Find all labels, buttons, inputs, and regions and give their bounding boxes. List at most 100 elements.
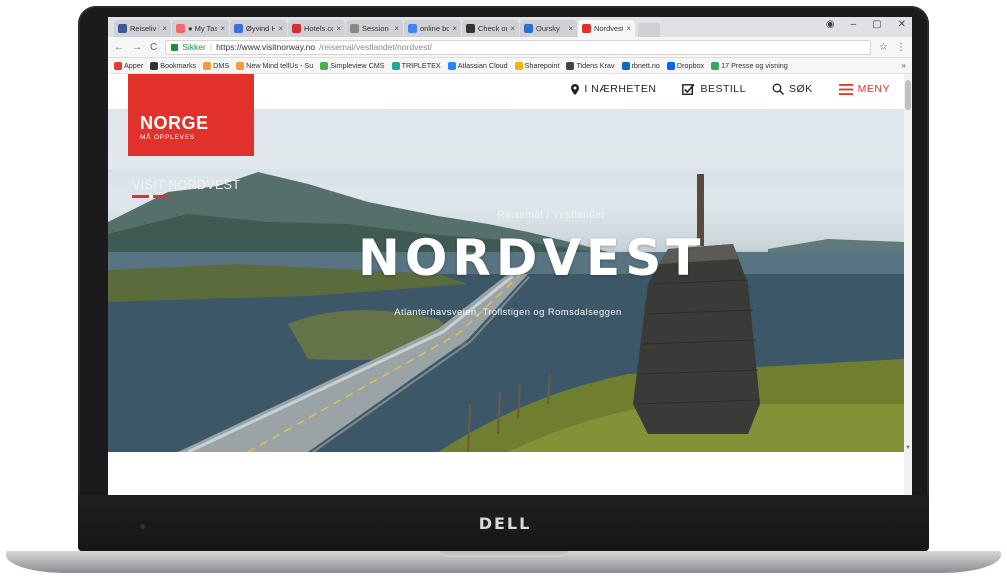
browser-tab[interactable]: Session × [346, 20, 403, 37]
tab-strip: Reiseliv i × ● My Tas × Øyvind H × Hotels.co × S… [108, 17, 912, 37]
checkbox-icon [682, 83, 696, 95]
tab-close-icon[interactable]: × [220, 24, 225, 33]
site-nav: I NÆRHETEN BESTILL SØK MENY [571, 83, 890, 95]
tab-title: Oursky [536, 24, 560, 33]
breadcrumb-text: Reisemål / Vestlandet [497, 210, 605, 221]
bookmark-favicon-icon [711, 61, 720, 70]
tab-close-icon[interactable]: × [452, 24, 457, 33]
webcam [140, 524, 145, 529]
bookmark-favicon-icon [114, 61, 122, 70]
bookmark-label: Apper [124, 61, 144, 70]
location-pin-icon [571, 83, 580, 95]
tab-title: Hotels.co [304, 24, 334, 33]
maximize-icon[interactable]: ▢ [872, 19, 881, 30]
bookmark-favicon-icon [320, 61, 329, 70]
browser-tab[interactable]: Nordvest × [578, 20, 635, 37]
web-page: I NÆRHETEN BESTILL SØK MENY NORGE MÅ OPP… [108, 74, 912, 495]
menu-label: MENY [857, 83, 890, 95]
minimize-icon[interactable]: – [851, 19, 857, 30]
bookmark-label: Tidens Krav [576, 61, 615, 70]
nearby-label: I NÆRHETEN [584, 83, 657, 95]
bookmark-item[interactable]: Tidens Krav [566, 61, 615, 70]
bookmark-item[interactable]: Apper [114, 61, 143, 70]
page-scrollbar[interactable]: ▼ [904, 74, 912, 495]
bookmark-label: 17 Presse og visning [721, 61, 788, 70]
bookmark-label: rbnett.no [631, 61, 660, 70]
bookmark-item[interactable]: Atlassian Cloud [447, 61, 508, 70]
tab-favicon-icon [582, 24, 591, 33]
back-icon[interactable]: ← [114, 42, 124, 53]
tab-favicon-icon [292, 24, 301, 33]
lock-icon [171, 43, 179, 51]
logo-main-text: NORGE [140, 113, 209, 133]
menu-button[interactable]: MENY [838, 83, 890, 95]
tab-close-icon[interactable]: × [162, 24, 167, 33]
bookmark-item[interactable]: DMS [203, 61, 229, 70]
bookmark-item[interactable]: TRIPLETEX [391, 61, 441, 70]
bookmark-favicon-icon [447, 61, 456, 70]
bookmark-item[interactable]: Dropbox [666, 61, 705, 70]
scroll-thumb[interactable] [905, 80, 911, 110]
bookmarks-overflow-button[interactable]: » [902, 61, 906, 70]
norway-flag-bar [132, 195, 170, 198]
browser-window: Reiseliv i × ● My Tas × Øyvind H × Hotels.co × S… [108, 17, 912, 495]
tab-title: Reiseliv i [130, 24, 160, 33]
order-link[interactable]: BESTILL [682, 83, 746, 95]
bookmark-item[interactable]: 17 Presse og visning [711, 61, 788, 70]
bookmark-item[interactable]: rbnett.no [621, 61, 660, 70]
tab-close-icon[interactable]: × [336, 24, 341, 33]
scroll-down-icon[interactable]: ▼ [905, 445, 911, 451]
browser-tab[interactable]: Hotels.co × [288, 20, 345, 37]
browser-tab[interactable]: Øyvind H × [230, 20, 287, 37]
tab-close-icon[interactable]: × [510, 24, 515, 33]
tab-close-icon[interactable]: × [278, 24, 283, 33]
bookmarks-bar: Apper Bookmarks DMS New Mind tellUs - Su Sim… [108, 58, 912, 74]
bookmark-favicon-icon [150, 61, 159, 70]
close-window-icon[interactable]: ✕ [898, 19, 906, 30]
tab-favicon-icon [176, 24, 185, 33]
laptop-notch [440, 551, 568, 557]
tab-close-icon[interactable]: × [626, 24, 631, 33]
tab-title: Check ou [478, 24, 508, 33]
url-path: /reisemal/vestlandet/nordvest/ [319, 42, 433, 52]
browser-menu-icon[interactable]: ⋮ [896, 42, 906, 53]
bookmark-item[interactable]: Bookmarks [150, 61, 196, 70]
tab-close-icon[interactable]: × [568, 24, 573, 33]
search-link[interactable]: SØK [772, 83, 813, 95]
tab-title: online bo [420, 24, 450, 33]
new-tab-button[interactable] [638, 23, 660, 37]
tab-title: ● My Tas [188, 24, 218, 33]
browser-tab[interactable]: Check ou × [462, 20, 519, 37]
browser-tab[interactable]: ● My Tas × [172, 20, 229, 37]
bookmark-item[interactable]: Sharepoint [514, 61, 559, 70]
window-controls: ◉ – ▢ ✕ [826, 19, 906, 30]
bookmark-item[interactable]: New Mind tellUs - Su [236, 61, 313, 70]
secure-label: Sikker [182, 42, 206, 52]
tab-favicon-icon [524, 24, 533, 33]
bookmark-favicon-icon [391, 61, 400, 70]
tab-title: Session [362, 24, 389, 33]
browser-tab[interactable]: Reiseliv i × [114, 20, 171, 37]
logo-sub-text: MÅ OPPLEVES [140, 134, 196, 141]
browser-tab[interactable]: online bo × [404, 20, 461, 37]
bookmark-favicon-icon [236, 61, 245, 70]
region-label[interactable]: VISIT NORDVEST [132, 178, 240, 192]
url-input[interactable]: Sikker | https://www.visitnorway.no/reis… [165, 39, 872, 55]
bookmark-label: Dropbox [676, 61, 705, 70]
bookmark-star-icon[interactable]: ☆ [879, 42, 888, 53]
profile-icon[interactable]: ◉ [826, 19, 835, 30]
order-label: BESTILL [700, 83, 746, 95]
reload-icon[interactable]: C [150, 42, 157, 53]
tab-close-icon[interactable]: × [394, 24, 399, 33]
forward-icon[interactable]: → [132, 42, 142, 53]
browser-tab[interactable]: Oursky × [520, 20, 577, 37]
tab-favicon-icon [350, 24, 359, 33]
bookmark-item[interactable]: Simpleview CMS [320, 61, 385, 70]
breadcrumb[interactable]: Reisemål / Vestlandet [108, 210, 904, 221]
norge-logo[interactable]: NORGE MÅ OPPLEVES [128, 74, 254, 156]
page-subtitle: Atlanterhavsveien, Trollstigen og Romsda… [394, 307, 622, 318]
address-bar: ← → C Sikker | https://www.visitnorway.n… [108, 37, 912, 58]
tab-title: Øyvind H [246, 24, 276, 33]
url-separator: | [209, 42, 213, 52]
nearby-link[interactable]: I NÆRHETEN [571, 83, 656, 95]
